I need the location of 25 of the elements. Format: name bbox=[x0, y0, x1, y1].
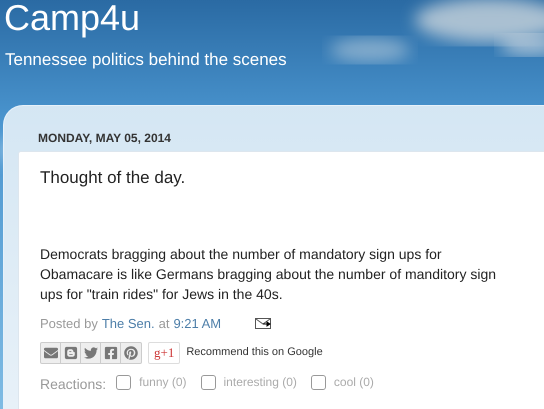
blog-title[interactable]: Camp4u bbox=[4, 0, 140, 38]
share-button[interactable] bbox=[41, 342, 61, 362]
reaction-label: cool (0) bbox=[334, 374, 374, 391]
reactions-label: Reactions: bbox=[40, 374, 106, 394]
blog-description: Tennessee politics behind the scenes bbox=[5, 50, 287, 69]
reaction-label: funny (0) bbox=[139, 374, 187, 391]
reaction-checkbox[interactable] bbox=[310, 374, 326, 390]
reaction-checkbox[interactable] bbox=[200, 374, 216, 390]
post-body: Democrats bragging about the number of mandatory sign ups for Obamacare is like Germans bragging about the number of manditory sign ups for "train rides" for Jews in the 40s. bbox=[40, 245, 498, 304]
bird-icon bbox=[84, 346, 98, 360]
email-post-icon[interactable] bbox=[255, 318, 272, 330]
time-link[interactable]: 9:21 AM bbox=[173, 314, 222, 334]
at-label: at bbox=[158, 315, 170, 333]
reaction-label: interesting (0) bbox=[224, 374, 297, 391]
posted-by-label: Posted by bbox=[40, 315, 98, 333]
email-icon bbox=[44, 346, 58, 360]
post-title: Thought of the day. bbox=[40, 168, 186, 188]
pinterest-icon bbox=[124, 346, 138, 360]
plus-one-button[interactable]: g+1 bbox=[148, 342, 180, 364]
blog-icon bbox=[64, 346, 78, 360]
recommend-text: Recommend this on Google bbox=[186, 345, 323, 360]
author-link[interactable]: The Sen. bbox=[102, 314, 155, 334]
facebook-icon bbox=[104, 346, 118, 360]
date-header: MONDAY, MAY 05, 2014 bbox=[38, 131, 171, 145]
reaction-checkbox[interactable] bbox=[116, 374, 132, 390]
